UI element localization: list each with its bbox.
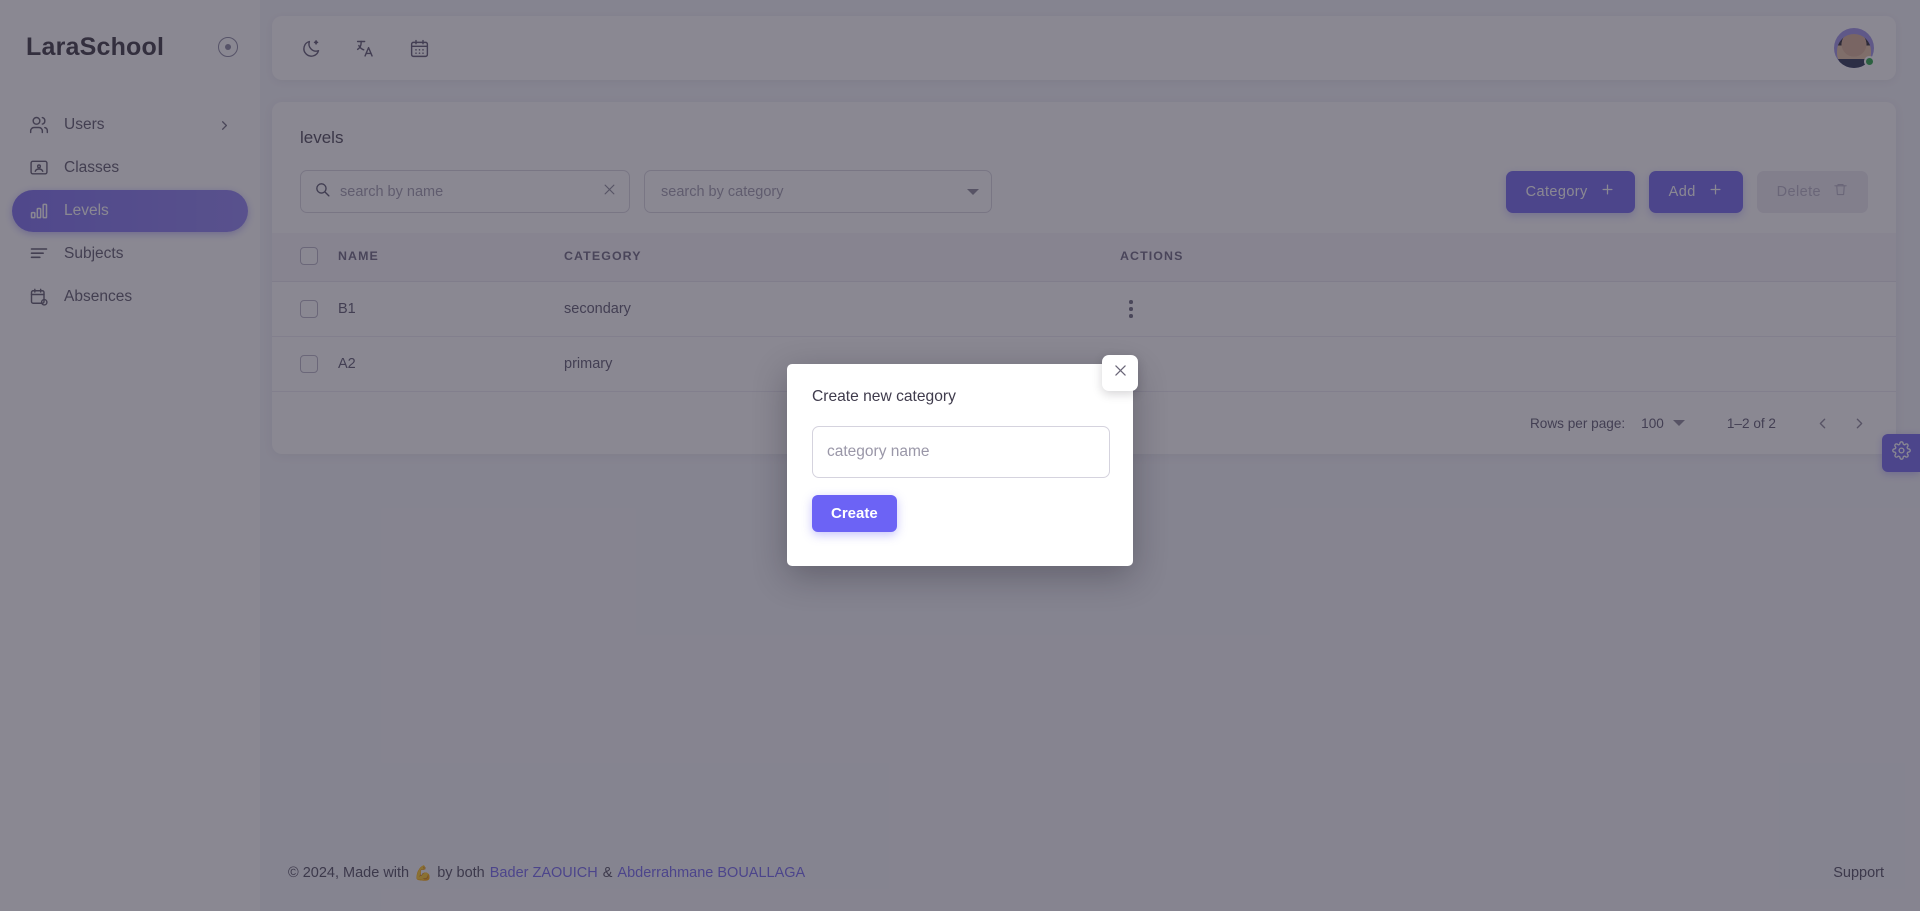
modal-title: Create new category [812, 388, 956, 405]
close-modal-button[interactable] [1102, 355, 1138, 391]
create-category-modal: Create new category category name Create [787, 364, 1133, 566]
create-button-label: Create [831, 505, 878, 522]
close-icon [1112, 362, 1129, 384]
category-name-placeholder: category name [827, 443, 930, 460]
app-root: LaraSchool Users [0, 0, 1920, 911]
category-name-input[interactable]: category name [812, 426, 1110, 478]
create-button[interactable]: Create [812, 495, 897, 532]
